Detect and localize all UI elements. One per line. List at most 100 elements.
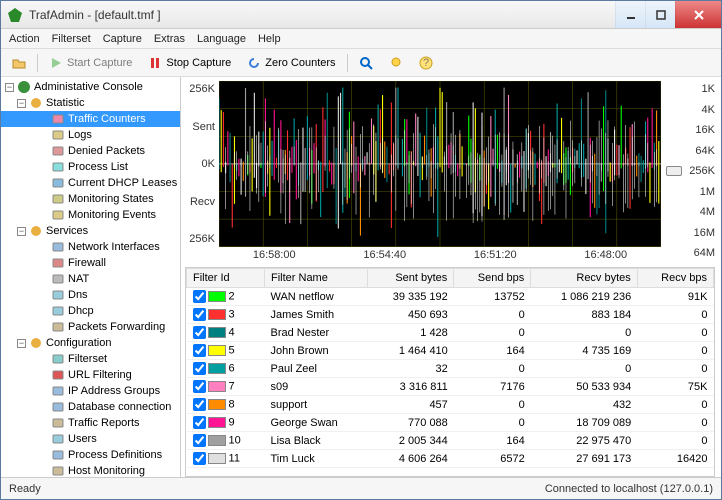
tree-item-traffic-counters[interactable]: Traffic Counters [1,111,180,127]
row-checkbox[interactable] [193,308,206,321]
recv-bps: 0 [637,360,713,378]
tree-item-database-connection[interactable]: Database connection [1,399,180,415]
filter-name: Paul Zeel [265,360,368,378]
tool-info-button[interactable] [382,53,410,73]
col-filter-id[interactable]: Filter Id [187,269,265,288]
col-recv-bps[interactable]: Recv bps [637,269,713,288]
chart-box: 256K Sent 0K Recv 256K 16:58:00 16:54:40 [185,81,661,261]
collapse-icon[interactable]: − [17,227,26,236]
table-row[interactable]: 7 s09 3 316 811 7176 50 533 934 75K [187,378,714,396]
table-row[interactable]: 3 James Smith 450 693 0 883 184 0 [187,306,714,324]
x2: 16:51:20 [440,249,551,261]
table-row[interactable]: 9 George Swan 770 088 0 18 709 089 0 [187,414,714,432]
filter-name: Brad Nester [265,324,368,342]
traffic-chart [219,81,661,247]
color-swatch [208,327,226,338]
tree-item-ip-address-groups[interactable]: IP Address Groups [1,383,180,399]
tree-item-users[interactable]: Users [1,431,180,447]
tree-item-logs[interactable]: Logs [1,127,180,143]
chart-x-labels: 16:58:00 16:54:40 16:51:20 16:48:00 [185,247,661,261]
tree-item-monitoring-states[interactable]: Monitoring States [1,191,180,207]
close-button[interactable] [675,1,721,28]
tree-item-packets-forwarding[interactable]: Packets Forwarding [1,319,180,335]
tree-item-current-dhcp-leases[interactable]: Current DHCP Leases [1,175,180,191]
maximize-button[interactable] [645,1,675,28]
menu-extras[interactable]: Extras [154,33,185,45]
menu-language[interactable]: Language [197,33,246,45]
col-send-bps[interactable]: Send bps [454,269,531,288]
tree-item-dhcp[interactable]: Dhcp [1,303,180,319]
tree-item-nat[interactable]: NAT [1,271,180,287]
tree-item-host-monitoring[interactable]: Host Monitoring [1,463,180,477]
zero-counters-button[interactable]: Zero Counters [240,53,342,73]
refresh-icon [247,56,261,70]
row-checkbox[interactable] [193,452,206,465]
row-checkbox[interactable] [193,398,206,411]
tree-group-configuration[interactable]: −Configuration [1,335,180,351]
tree-item-url-filtering[interactable]: URL Filtering [1,367,180,383]
tree-item-filterset[interactable]: Filterset [1,351,180,367]
table-row[interactable]: 6 Paul Zeel 32 0 0 0 [187,360,714,378]
sent-bytes: 457 [367,396,454,414]
tree-root[interactable]: −Administative Console [1,79,180,95]
start-capture-label: Start Capture [67,57,132,69]
tree-item-traffic-reports[interactable]: Traffic Reports [1,415,180,431]
stop-capture-button[interactable]: Stop Capture [141,53,238,73]
row-checkbox[interactable] [193,380,206,393]
start-capture-button[interactable]: Start Capture [42,53,139,73]
row-checkbox[interactable] [193,434,206,447]
chart-wrap: 256K Sent 0K Recv 256K 16:58:00 16:54:40 [185,81,715,261]
col-filter-name[interactable]: Filter Name [265,269,368,288]
filter-name: George Swan [265,414,368,432]
row-checkbox[interactable] [193,326,206,339]
y-top: 256K [185,83,215,95]
table-row[interactable]: 2 WAN netflow 39 335 192 13752 1 086 219… [187,288,714,306]
send-bps: 6572 [454,450,531,468]
table-row[interactable]: 8 support 457 0 432 0 [187,396,714,414]
open-button[interactable] [5,53,33,73]
row-checkbox[interactable] [193,344,206,357]
recv-bytes: 0 [531,360,638,378]
nav-tree[interactable]: −Administative Console−StatisticTraffic … [1,77,181,477]
table-row[interactable]: 5 John Brown 1 464 410 164 4 735 169 0 [187,342,714,360]
col-sent-bytes[interactable]: Sent bytes [367,269,454,288]
row-checkbox[interactable] [193,416,206,429]
tree-group-statistic[interactable]: −Statistic [1,95,180,111]
separator [347,54,348,72]
recv-bytes: 50 533 934 [531,378,638,396]
menu-filterset[interactable]: Filterset [52,33,91,45]
chart-right-scale: 1K4K16K64K256K1M4M16M64M [687,81,715,261]
slider-thumb[interactable] [666,166,682,176]
menu-capture[interactable]: Capture [103,33,142,45]
x0: 16:58:00 [219,249,330,261]
recv-bytes: 4 735 169 [531,342,638,360]
row-checkbox[interactable] [193,290,206,303]
row-checkbox[interactable] [193,362,206,375]
tool-help-button[interactable]: ? [412,53,440,73]
tree-item-dns[interactable]: Dns [1,287,180,303]
tool-inspect-button[interactable] [352,53,380,73]
table-row[interactable]: 10 Lisa Black 2 005 344 164 22 975 470 0 [187,432,714,450]
tree-item-process-list[interactable]: Process List [1,159,180,175]
collapse-icon[interactable]: − [17,99,26,108]
tree-group-services[interactable]: −Services [1,223,180,239]
y-recv: Recv [185,196,215,208]
menu-action[interactable]: Action [9,33,40,45]
tree-item-process-definitions[interactable]: Process Definitions [1,447,180,463]
tree-item-firewall[interactable]: Firewall [1,255,180,271]
tree-item-network-interfaces[interactable]: Network Interfaces [1,239,180,255]
sent-bytes: 2 005 344 [367,432,454,450]
tree-item-monitoring-events[interactable]: Monitoring Events [1,207,180,223]
collapse-icon[interactable]: − [5,83,14,92]
chart-scale-slider[interactable] [665,81,683,261]
minimize-button[interactable] [615,1,645,28]
globe-icon [17,80,31,94]
table-row[interactable]: 11 Tim Luck 4 606 264 6572 27 691 173 16… [187,450,714,468]
color-swatch [208,309,226,320]
table-row[interactable]: 4 Brad Nester 1 428 0 0 0 [187,324,714,342]
recv-bps: 0 [637,342,713,360]
tree-item-denied-packets[interactable]: Denied Packets [1,143,180,159]
col-recv-bytes[interactable]: Recv bytes [531,269,638,288]
menu-help[interactable]: Help [258,33,281,45]
collapse-icon[interactable]: − [17,339,26,348]
